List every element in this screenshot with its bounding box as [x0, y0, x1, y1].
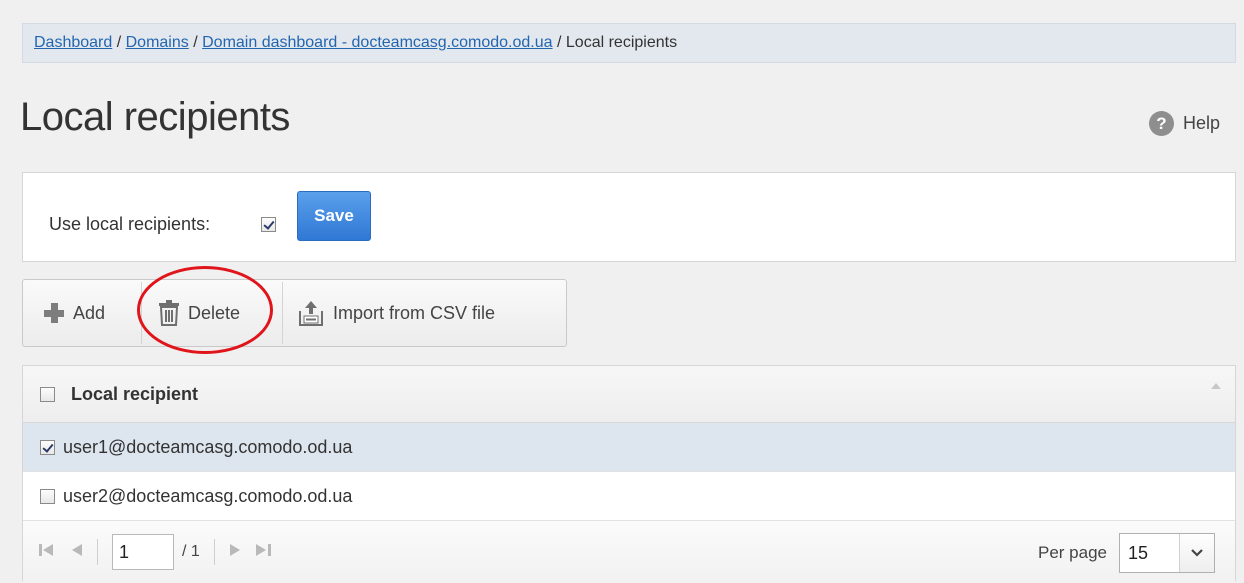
select-all-checkbox[interactable] [40, 386, 55, 402]
add-label: Add [73, 302, 106, 323]
use-local-recipients-label: Use local recipients: [49, 214, 211, 234]
previous-page-icon[interactable] [71, 543, 83, 561]
breadcrumb-current: Local recipients [565, 34, 678, 51]
breadcrumb: Dashboard / Domains / Domain dashboard -… [22, 23, 1236, 63]
last-page-icon[interactable] [255, 543, 273, 561]
pager-divider [213, 539, 215, 565]
sort-arrow-icon[interactable] [1211, 383, 1221, 389]
table-row[interactable]: user2@docteamcasg.comodo.od.ua [23, 472, 1235, 521]
breadcrumb-link-domains[interactable]: Domains [126, 34, 189, 51]
per-page-label: Per page [1038, 543, 1107, 562]
page-title: Local recipients [20, 95, 290, 139]
table-row[interactable]: user1@docteamcasg.comodo.od.ua [23, 423, 1235, 472]
delete-label: Delete [188, 302, 241, 323]
add-button[interactable]: Add [23, 280, 141, 346]
settings-panel: Use local recipients: Save [22, 172, 1236, 262]
recipients-table: Local recipient user1@docteamcasg.comodo… [22, 365, 1236, 583]
per-page-value: 15 [1128, 542, 1149, 563]
breadcrumb-link-dashboard[interactable]: Dashboard [34, 34, 112, 51]
row-checkbox[interactable] [40, 439, 55, 455]
import-csv-button[interactable]: Import from CSV file [283, 280, 566, 346]
per-page-control: Per page 15 [1038, 533, 1215, 573]
next-page-icon[interactable] [229, 543, 241, 561]
chevron-down-icon[interactable] [1179, 534, 1214, 572]
breadcrumb-separator: / [552, 34, 566, 51]
column-header-local-recipient[interactable]: Local recipient [71, 384, 198, 405]
first-page-icon[interactable] [39, 543, 57, 561]
csv-upload-icon [299, 301, 323, 326]
help-label: Help [1182, 113, 1220, 133]
recipient-email: user2@docteamcasg.comodo.od.ua [63, 485, 353, 506]
plus-icon [44, 303, 64, 323]
page-number-input[interactable]: 1 [112, 534, 174, 570]
pager-divider [97, 539, 98, 565]
breadcrumb-separator: / [112, 34, 126, 51]
use-local-recipients-checkbox[interactable] [261, 217, 276, 232]
pagination-bar: 1 / 1 Per page 15 [23, 521, 1235, 583]
recipient-email: user1@docteamcasg.comodo.od.ua [63, 436, 353, 457]
breadcrumb-separator: / [188, 34, 203, 51]
help-icon: ? [1148, 111, 1174, 136]
row-checkbox[interactable] [40, 488, 55, 504]
per-page-select[interactable]: 15 [1119, 533, 1215, 573]
trash-icon [159, 300, 179, 326]
total-pages-label: / 1 [182, 543, 200, 560]
table-header: Local recipient [23, 366, 1235, 423]
import-csv-label: Import from CSV file [333, 302, 496, 323]
toolbar: Add Delete Import from CSV file [22, 279, 567, 347]
help-link[interactable]: ? Help [1148, 111, 1220, 136]
save-button[interactable]: Save [297, 191, 371, 241]
delete-button[interactable]: Delete [142, 280, 282, 346]
breadcrumb-link-domain-dashboard[interactable]: Domain dashboard - docteamcasg.comodo.od… [202, 34, 552, 51]
